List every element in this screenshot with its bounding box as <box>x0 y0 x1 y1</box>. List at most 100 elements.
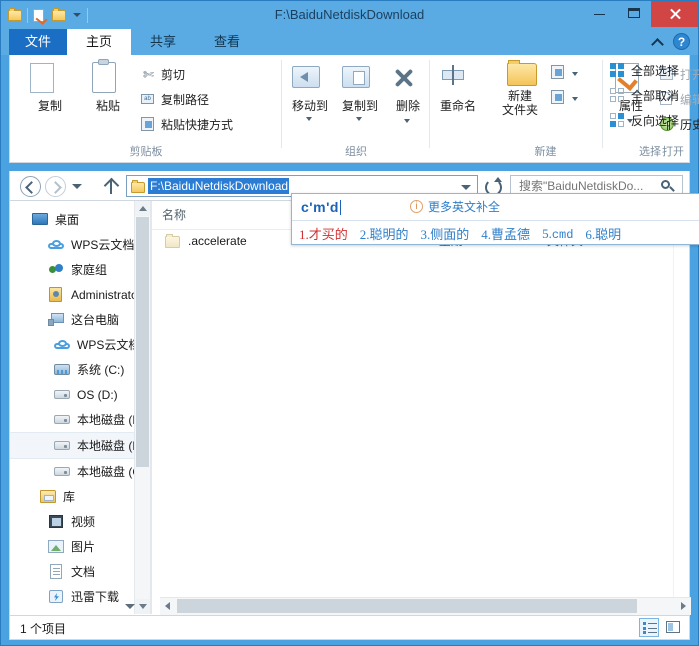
drive-icon <box>54 387 71 402</box>
ime-candidate-6[interactable]: 6.聪明 <box>585 224 621 243</box>
invert-selection-button[interactable]: 反向选择 <box>610 109 679 131</box>
ime-candidate-3[interactable]: 3.侧面的 <box>421 224 470 243</box>
tree-item-local-disk-e[interactable]: 本地磁盘 (E <box>10 407 150 432</box>
homegroup-icon <box>48 262 65 277</box>
horizontal-scrollbar[interactable] <box>160 597 691 615</box>
rename-button[interactable]: 重命名 <box>432 59 484 113</box>
folder-icon <box>130 179 148 193</box>
recent-locations-icon[interactable] <box>72 181 84 193</box>
up-one-level-icon[interactable] <box>102 178 120 195</box>
file-list-pane: 名称 修改日期 类型 .accelerate 2018/8/10 星期... 文… <box>152 201 689 614</box>
back-arrow-icon[interactable] <box>20 176 41 197</box>
tab-home[interactable]: 主页 <box>67 29 131 55</box>
tree-item-os-d[interactable]: OS (D:) <box>10 382 150 407</box>
properties-icon[interactable] <box>31 7 48 24</box>
paste-button[interactable]: 粘贴 <box>82 59 134 113</box>
ime-candidate-2[interactable]: 2.聪明的 <box>360 224 409 243</box>
ime-candidate-1[interactable]: 1.才买的 <box>299 224 348 243</box>
group-label-organize: 组织 <box>345 146 367 158</box>
ribbon-group-select: 全部选择 全部取消 反向选择 选择 <box>610 55 690 161</box>
nav-collapse-chevron-icon[interactable] <box>123 600 137 614</box>
scroll-down-icon[interactable] <box>135 599 150 614</box>
tree-item-local-disk-f[interactable]: 本地磁盘 (F <box>10 432 150 459</box>
ribbon-tab-strip: 文件 主页 共享 查看 ? <box>1 29 698 55</box>
help-icon[interactable]: ? <box>673 33 690 50</box>
scrollbar-thumb[interactable] <box>136 217 149 467</box>
details-view-icon[interactable] <box>639 618 659 637</box>
view-mode-buttons <box>639 618 683 637</box>
item-count-text: 1 个项目 <box>20 622 67 636</box>
move-to-button[interactable]: 移动到 <box>284 59 336 121</box>
chevron-down-icon[interactable] <box>305 115 314 124</box>
tab-view[interactable]: 查看 <box>195 29 259 55</box>
scroll-left-icon[interactable] <box>160 598 176 614</box>
ime-composition-row: c'm'd i 更多英文补全 <box>292 194 699 221</box>
group-label-select: 选择 <box>639 146 661 158</box>
tree-item-local-disk-g[interactable]: 本地磁盘 (G <box>10 459 150 484</box>
tree-item-wps-cloud-pc[interactable]: WPS云文档 <box>10 332 150 357</box>
ime-hint[interactable]: i 更多英文补全 <box>410 198 500 215</box>
nav-pane-scrollbar[interactable] <box>134 201 150 614</box>
chevron-down-icon[interactable] <box>571 95 580 104</box>
ime-hint-text: 更多英文补全 <box>428 200 501 214</box>
documents-icon <box>48 564 65 579</box>
search-icon[interactable] <box>661 180 675 193</box>
ime-candidate-5[interactable]: 5.cmd <box>542 226 573 242</box>
chevron-down-icon[interactable] <box>403 117 412 126</box>
copy-path-button[interactable]: ab 复制路径 <box>140 88 209 110</box>
user-folder-icon <box>48 287 65 302</box>
ime-candidate-4[interactable]: 4.曹孟德 <box>481 224 530 243</box>
tree-item-pictures[interactable]: 图片 <box>10 534 150 559</box>
file-name: .accelerate <box>188 234 247 248</box>
tree-item-documents[interactable]: 文档 <box>10 559 150 584</box>
system-drive-icon <box>54 362 71 377</box>
tree-item-videos[interactable]: 视频 <box>10 509 150 534</box>
tree-item-desktop[interactable]: 桌面 <box>10 207 150 232</box>
tree-item-this-pc[interactable]: 这台电脑 <box>10 307 150 332</box>
search-input[interactable] <box>517 178 661 194</box>
new-item-button[interactable] <box>550 61 580 83</box>
paste-shortcut-button[interactable]: 粘贴快捷方式 <box>140 113 233 135</box>
tree-item-wps-cloud[interactable]: WPS云文档 <box>10 232 150 257</box>
copy-button[interactable]: 复制 <box>24 59 76 113</box>
easy-access-button[interactable] <box>550 86 580 108</box>
cut-button[interactable]: ✄ 剪切 <box>140 63 185 85</box>
select-none-button[interactable]: 全部取消 <box>610 84 679 106</box>
minimize-button[interactable] <box>583 1 617 25</box>
delete-button[interactable]: 删除 <box>382 59 434 123</box>
scroll-right-icon[interactable] <box>675 598 691 614</box>
new-folder-button[interactable]: 新建 文件夹 <box>494 57 546 117</box>
chevron-down-icon[interactable] <box>355 115 364 124</box>
library-icon <box>40 489 57 504</box>
ime-candidate-list: 1.才买的 2.聪明的 3.侧面的 4.曹孟德 5.cmd 6.聪明 <box>292 221 699 246</box>
new-folder-icon[interactable] <box>51 7 68 24</box>
chevron-down-icon[interactable] <box>571 70 580 79</box>
close-button[interactable] <box>651 1 698 27</box>
move-to-icon <box>284 59 336 99</box>
tree-item-administrator[interactable]: Administrato <box>10 282 150 307</box>
folder-icon[interactable] <box>7 7 24 24</box>
customize-chevron-icon[interactable] <box>71 9 84 22</box>
tree-item-system-c[interactable]: 系统 (C:) <box>10 357 150 382</box>
scroll-up-icon[interactable] <box>135 201 150 216</box>
chevron-up-icon[interactable] <box>652 36 664 48</box>
forward-arrow-icon[interactable] <box>45 176 66 197</box>
tree-item-libraries[interactable]: 库 <box>10 484 150 509</box>
easy-access-icon <box>550 89 566 105</box>
tree-item-homegroup[interactable]: 家庭组 <box>10 257 150 282</box>
large-icons-view-icon[interactable] <box>663 618 683 637</box>
scrollbar-thumb[interactable] <box>177 599 637 613</box>
explorer-window: F:\BaiduNetdiskDownload 文件 主页 共享 查看 ? 复制… <box>0 0 699 646</box>
delete-icon <box>382 59 434 99</box>
pictures-icon <box>48 539 65 554</box>
maximize-button[interactable] <box>617 1 651 25</box>
text-caret <box>339 199 341 215</box>
copy-to-button[interactable]: 复制到 <box>334 59 386 121</box>
ime-candidate-popup: c'm'd i 更多英文补全 1.才买的 2.聪明的 3.侧面的 4.曹孟德 5… <box>291 193 699 245</box>
file-list-scrollbar[interactable] <box>673 201 689 614</box>
select-all-button[interactable]: 全部选择 <box>610 59 679 81</box>
tab-share[interactable]: 共享 <box>131 29 195 55</box>
navigation-pane: 桌面 WPS云文档 家庭组 Administrato 这台电脑 WPS云文档 系… <box>10 201 150 614</box>
chevron-down-icon[interactable] <box>461 184 472 192</box>
tab-file[interactable]: 文件 <box>9 29 67 55</box>
